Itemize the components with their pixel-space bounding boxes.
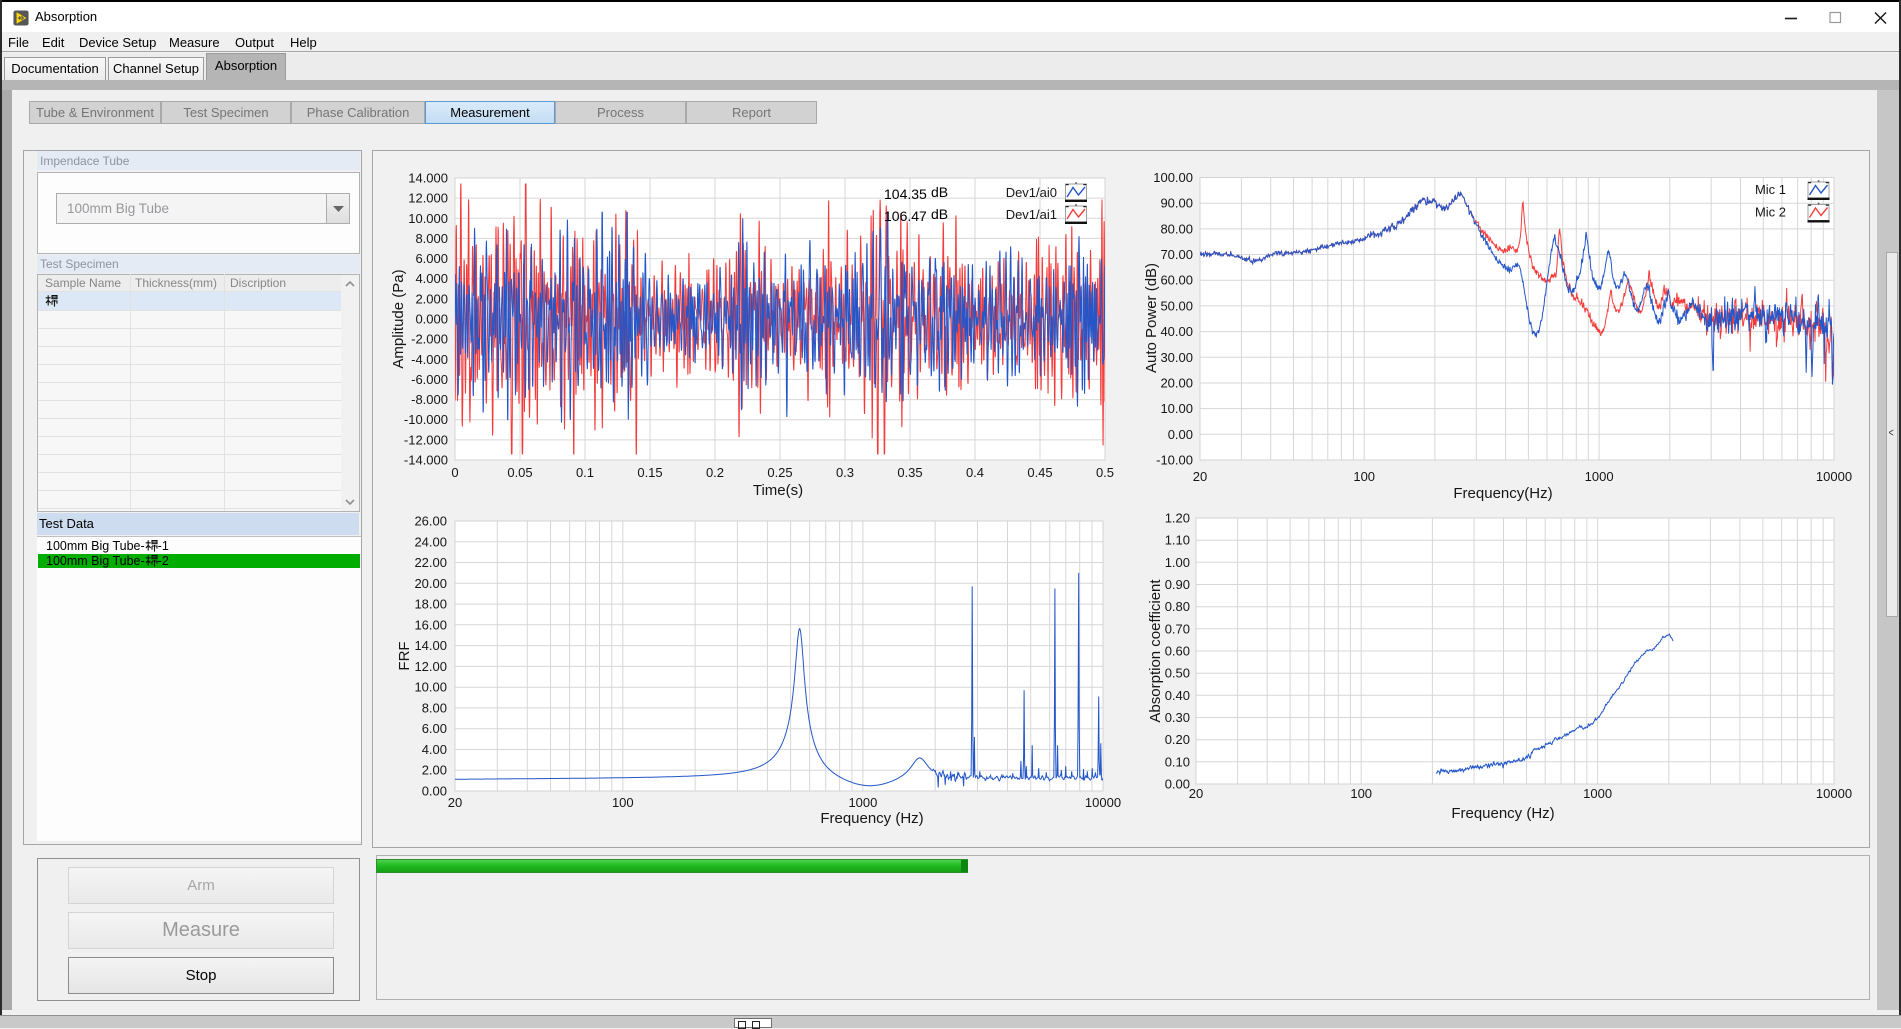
svg-text:0.35: 0.35 bbox=[897, 465, 922, 480]
svg-text:0.2: 0.2 bbox=[706, 465, 724, 480]
svg-text:14.000: 14.000 bbox=[408, 171, 448, 186]
svg-text:60.00: 60.00 bbox=[1160, 273, 1193, 288]
svg-text:0.00: 0.00 bbox=[1165, 777, 1190, 792]
svg-text:-4.000: -4.000 bbox=[411, 352, 448, 367]
svg-text:24.00: 24.00 bbox=[414, 534, 447, 549]
svg-text:2.000: 2.000 bbox=[415, 291, 448, 306]
svg-text:Frequency (Hz): Frequency (Hz) bbox=[820, 810, 923, 827]
svg-text:0.10: 0.10 bbox=[1165, 754, 1190, 769]
svg-text:0.90: 0.90 bbox=[1165, 577, 1190, 592]
svg-text:0.1: 0.1 bbox=[576, 465, 594, 480]
svg-text:0.60: 0.60 bbox=[1165, 644, 1190, 659]
svg-text:2.00: 2.00 bbox=[422, 763, 447, 778]
svg-text:0.80: 0.80 bbox=[1165, 599, 1190, 614]
svg-text:6.000: 6.000 bbox=[415, 251, 448, 266]
svg-text:80.00: 80.00 bbox=[1160, 221, 1193, 236]
svg-text:40.00: 40.00 bbox=[1160, 324, 1193, 339]
svg-text:8.00: 8.00 bbox=[422, 700, 447, 715]
svg-text:-8.000: -8.000 bbox=[411, 392, 448, 407]
svg-text:0.45: 0.45 bbox=[1027, 465, 1052, 480]
svg-text:6.00: 6.00 bbox=[422, 721, 447, 736]
svg-text:0.70: 0.70 bbox=[1165, 621, 1190, 636]
svg-text:30.00: 30.00 bbox=[1160, 350, 1193, 365]
svg-text:-2.000: -2.000 bbox=[411, 332, 448, 347]
svg-text:1.10: 1.10 bbox=[1165, 533, 1190, 548]
svg-text:-10.00: -10.00 bbox=[1156, 453, 1193, 468]
svg-text:0.4: 0.4 bbox=[966, 465, 984, 480]
svg-text:10.000: 10.000 bbox=[408, 211, 448, 226]
svg-text:-12.000: -12.000 bbox=[404, 432, 448, 447]
svg-text:8.000: 8.000 bbox=[415, 231, 448, 246]
svg-text:0.25: 0.25 bbox=[767, 465, 792, 480]
svg-text:1000: 1000 bbox=[1583, 786, 1612, 801]
svg-text:-14.000: -14.000 bbox=[404, 453, 448, 468]
svg-text:10.00: 10.00 bbox=[414, 680, 447, 695]
svg-text:0.5: 0.5 bbox=[1096, 465, 1114, 480]
svg-text:20.00: 20.00 bbox=[414, 576, 447, 591]
svg-text:20: 20 bbox=[1189, 786, 1203, 801]
svg-text:Dev1/ai0: Dev1/ai0 bbox=[1006, 185, 1057, 200]
svg-text:0.05: 0.05 bbox=[507, 465, 532, 480]
svg-text:16.00: 16.00 bbox=[414, 617, 447, 632]
svg-text:Auto Power (dB): Auto Power (dB) bbox=[1143, 263, 1160, 373]
svg-text:0.3: 0.3 bbox=[836, 465, 854, 480]
svg-text:1000: 1000 bbox=[848, 795, 877, 810]
svg-text:100: 100 bbox=[1353, 469, 1375, 484]
svg-text:0.00: 0.00 bbox=[422, 784, 447, 799]
svg-text:4.00: 4.00 bbox=[422, 742, 447, 757]
svg-text:-6.000: -6.000 bbox=[411, 372, 448, 387]
svg-text:22.00: 22.00 bbox=[414, 555, 447, 570]
svg-text:dB: dB bbox=[931, 206, 948, 222]
svg-text:18.00: 18.00 bbox=[414, 597, 447, 612]
svg-text:4.000: 4.000 bbox=[415, 271, 448, 286]
svg-text:100.00: 100.00 bbox=[1153, 170, 1193, 185]
svg-text:1000: 1000 bbox=[1585, 469, 1614, 484]
svg-text:Time(s): Time(s) bbox=[753, 482, 803, 499]
svg-text:0: 0 bbox=[451, 465, 458, 480]
svg-text:70.00: 70.00 bbox=[1160, 247, 1193, 262]
svg-text:10000: 10000 bbox=[1085, 795, 1121, 810]
svg-text:12.00: 12.00 bbox=[414, 659, 447, 674]
svg-text:Mic 2: Mic 2 bbox=[1755, 205, 1786, 220]
svg-text:1.00: 1.00 bbox=[1165, 555, 1190, 570]
svg-text:20: 20 bbox=[1193, 469, 1207, 484]
svg-text:FRF: FRF bbox=[396, 641, 413, 670]
svg-text:10000: 10000 bbox=[1816, 469, 1852, 484]
svg-text:50.00: 50.00 bbox=[1160, 298, 1193, 313]
svg-text:0.50: 0.50 bbox=[1165, 666, 1190, 681]
svg-text:100: 100 bbox=[612, 795, 634, 810]
svg-text:0.000: 0.000 bbox=[415, 312, 448, 327]
svg-text:Dev1/ai1: Dev1/ai1 bbox=[1006, 207, 1057, 222]
svg-text:1.20: 1.20 bbox=[1165, 511, 1190, 526]
svg-text:12.000: 12.000 bbox=[408, 191, 448, 206]
svg-text:Frequency (Hz): Frequency (Hz) bbox=[1451, 805, 1554, 822]
svg-text:20: 20 bbox=[448, 795, 462, 810]
svg-text:dB: dB bbox=[931, 184, 948, 200]
svg-text:0.00: 0.00 bbox=[1168, 427, 1193, 442]
svg-text:Amplitude (Pa): Amplitude (Pa) bbox=[390, 269, 407, 368]
svg-text:-10.000: -10.000 bbox=[404, 412, 448, 427]
svg-text:0.20: 0.20 bbox=[1165, 732, 1190, 747]
svg-text:Frequency(Hz): Frequency(Hz) bbox=[1453, 485, 1552, 502]
svg-text:90.00: 90.00 bbox=[1160, 196, 1193, 211]
svg-text:10000: 10000 bbox=[1816, 786, 1852, 801]
svg-text:26.00: 26.00 bbox=[414, 514, 447, 529]
svg-text:10.00: 10.00 bbox=[1160, 401, 1193, 416]
svg-text:106.47: 106.47 bbox=[884, 208, 927, 224]
svg-text:20.00: 20.00 bbox=[1160, 376, 1193, 391]
svg-text:0.40: 0.40 bbox=[1165, 688, 1190, 703]
svg-text:0.30: 0.30 bbox=[1165, 710, 1190, 725]
svg-text:Absorption coefficient: Absorption coefficient bbox=[1147, 579, 1164, 723]
svg-text:0.15: 0.15 bbox=[637, 465, 662, 480]
svg-text:104.35: 104.35 bbox=[884, 186, 927, 202]
svg-text:100: 100 bbox=[1350, 786, 1372, 801]
svg-text:14.00: 14.00 bbox=[414, 638, 447, 653]
svg-text:Mic 1: Mic 1 bbox=[1755, 182, 1786, 197]
